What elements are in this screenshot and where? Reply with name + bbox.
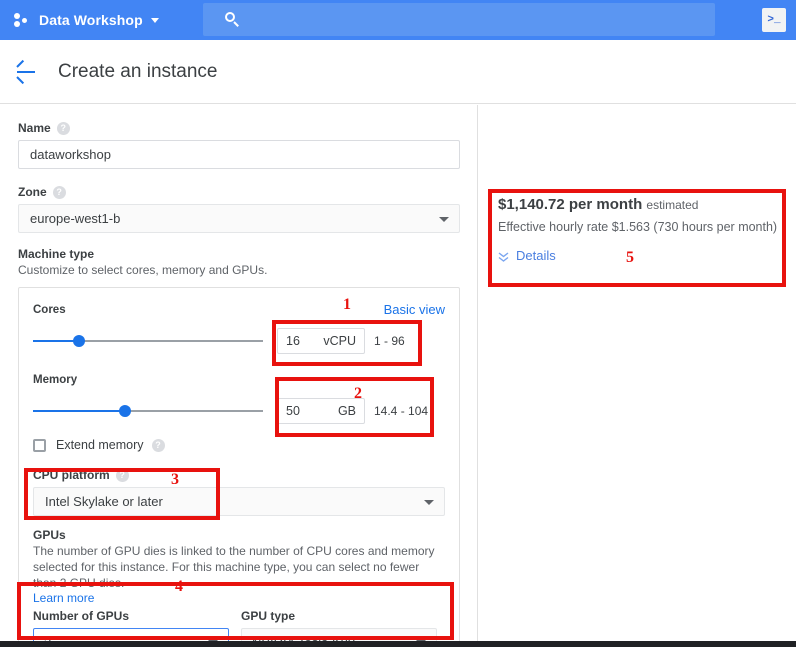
global-search-bar[interactable] [203, 3, 715, 36]
search-icon [225, 12, 240, 27]
memory-value: 50 [286, 404, 300, 418]
memory-label: Memory [33, 374, 78, 386]
gpus-description: The number of GPU dies is linked to the … [33, 544, 435, 590]
brand-title: Data Workshop [39, 12, 143, 28]
memory-slider-thumb[interactable] [119, 405, 131, 417]
zone-field-label: Zone ? [18, 185, 459, 199]
cpu-platform-label-text: CPU platform [33, 468, 110, 482]
chevron-down-icon [424, 500, 434, 505]
learn-more-link[interactable]: Learn more [33, 591, 445, 605]
memory-value-box[interactable]: 50 GB [277, 398, 365, 424]
cpu-platform-select[interactable]: Intel Skylake or later [33, 487, 445, 516]
page-title: Create an instance [58, 60, 218, 82]
machine-type-card: Basic view Cores 16 vCPU 1 - 96 Memory 5… [18, 287, 460, 647]
memory-range: 14.4 - 104 [374, 404, 429, 418]
memory-slider-fill [33, 410, 125, 412]
help-icon[interactable]: ? [52, 185, 66, 199]
price-amount: $1,140.72 per month [498, 196, 643, 213]
gpus-title: GPUs [33, 528, 66, 542]
memory-slider[interactable] [33, 404, 263, 418]
pricing-panel: $1,140.72 per month estimated Effective … [498, 196, 786, 263]
basic-view-link[interactable]: Basic view [384, 302, 445, 317]
zone-select[interactable]: europe-west1-b [18, 204, 460, 233]
price-estimated-label: estimated [646, 198, 699, 212]
cores-unit: vCPU [323, 334, 356, 348]
cores-slider-thumb[interactable] [73, 335, 85, 347]
cores-range: 1 - 96 [374, 334, 405, 348]
chevron-down-icon[interactable] [150, 17, 159, 23]
extend-memory-label: Extend memory [56, 438, 144, 452]
cpu-platform-selected-value: Intel Skylake or later [45, 494, 163, 509]
instance-form: Name ? Zone ? europe-west1-b Machine typ… [0, 105, 477, 647]
extend-memory-checkbox[interactable] [33, 438, 46, 452]
terminal-icon[interactable]: >_ [762, 8, 786, 32]
arrow-left-icon[interactable] [14, 59, 40, 85]
cpu-platform-field-label: CPU platform ? [33, 468, 445, 482]
extend-memory-row[interactable]: Extend memory ? [33, 438, 445, 452]
details-toggle[interactable]: Details [498, 248, 786, 263]
gpu-type-label: GPU type [241, 609, 296, 623]
machine-type-subtitle: Customize to select cores, memory and GP… [18, 263, 268, 277]
column-divider [477, 105, 478, 642]
machine-type-title: Machine type [18, 247, 95, 261]
number-of-gpus-label: Number of GPUs [33, 609, 130, 623]
help-icon[interactable]: ? [56, 121, 70, 135]
bottom-edge-bar [0, 641, 796, 647]
page-header: Create an instance [0, 40, 796, 104]
brand-menu[interactable]: Data Workshop [0, 12, 200, 28]
zone-selected-value: europe-west1-b [30, 211, 121, 226]
cores-value: 16 [286, 334, 300, 348]
hourly-rate-text: Effective hourly rate $1.563 (730 hours … [498, 220, 778, 234]
details-label: Details [516, 248, 556, 263]
top-navigation-bar: Data Workshop >_ [0, 0, 796, 40]
name-label-text: Name [18, 121, 51, 135]
product-logo-icon [14, 12, 30, 28]
chevron-down-icon [439, 217, 449, 222]
app-window: Data Workshop >_ Create an instance Name… [0, 0, 796, 647]
help-icon[interactable]: ? [151, 438, 165, 452]
name-field-label: Name ? [18, 121, 459, 135]
cores-row: 16 vCPU 1 - 96 [33, 328, 445, 354]
help-icon[interactable]: ? [115, 468, 129, 482]
terminal-glyph: >_ [767, 13, 781, 26]
search-input[interactable] [240, 12, 715, 27]
double-chevron-down-icon [498, 250, 509, 262]
name-input[interactable] [18, 140, 460, 169]
memory-row: 50 GB 14.4 - 104 [33, 398, 445, 424]
cores-value-box[interactable]: 16 vCPU [277, 328, 365, 354]
memory-unit: GB [337, 404, 356, 418]
zone-label-text: Zone [18, 185, 47, 199]
cores-slider[interactable] [33, 334, 263, 348]
price-summary: $1,140.72 per month estimated [498, 196, 786, 213]
